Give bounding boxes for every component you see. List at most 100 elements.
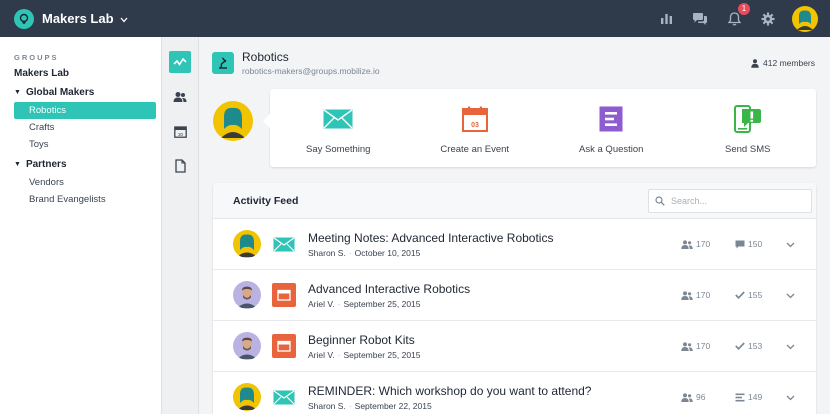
- members-icon[interactable]: [169, 86, 191, 108]
- ask-question-button[interactable]: Ask a Question: [543, 89, 680, 167]
- create-event-button[interactable]: 03 Create an Event: [407, 89, 544, 167]
- analytics-icon[interactable]: [656, 9, 676, 29]
- people-icon: [681, 392, 693, 402]
- feed-search: [648, 189, 812, 213]
- chevron-down-icon[interactable]: [786, 388, 795, 406]
- event-calendar-icon: [272, 283, 296, 307]
- activity-feed-header: Activity Feed: [213, 183, 816, 219]
- workspace-switcher[interactable]: Makers Lab: [14, 8, 128, 29]
- invitees-stat: 170: [681, 341, 710, 351]
- group-item-toys[interactable]: Toys: [14, 136, 161, 153]
- people-icon: [681, 239, 693, 249]
- feed-row-date: October 10, 2015: [354, 247, 421, 258]
- feed-row[interactable]: Beginner Robot Kits Ariel V. · September 2…: [213, 321, 816, 372]
- say-something-button[interactable]: Say Something: [270, 89, 407, 167]
- groups-sidebar: GROUPS Makers Lab ▼ Global Makers Roboti…: [0, 37, 162, 414]
- group-item-robotics[interactable]: Robotics: [14, 102, 156, 119]
- activity-feed-title: Activity Feed: [233, 194, 299, 207]
- members-count-label: 412 members: [763, 58, 815, 68]
- group-item-crafts[interactable]: Crafts: [14, 119, 161, 136]
- activity-pulse-icon[interactable]: [169, 51, 191, 73]
- post-composer: Say Something 03 Create an Event Ask a Q…: [263, 89, 817, 167]
- groups-heading: GROUPS: [14, 53, 59, 62]
- feed-row-title: Beginner Robot Kits: [308, 332, 415, 347]
- chat-icon[interactable]: [690, 9, 710, 29]
- group-section-global-makers[interactable]: ▼ Global Makers: [14, 87, 161, 98]
- feed-row-author: Sharon S.: [308, 247, 346, 258]
- calendar-icon: 03: [460, 106, 490, 132]
- rsvp-stat: 155: [735, 290, 762, 300]
- document-icon[interactable]: [169, 155, 191, 177]
- group-section-label: Partners: [25, 159, 67, 170]
- chevron-down-icon[interactable]: [786, 235, 795, 253]
- viewers-stat: 96: [681, 392, 705, 402]
- rsvp-stat: 153: [735, 341, 762, 351]
- action-label: Send SMS: [725, 144, 771, 155]
- feed-search-input[interactable]: [671, 196, 801, 206]
- chevron-down-icon: [120, 10, 128, 28]
- group-nav-rail: 30: [162, 37, 199, 414]
- people-icon: [681, 341, 693, 351]
- search-icon: [655, 196, 665, 206]
- feed-row-author: Sharon S.: [308, 400, 346, 411]
- svg-text:30: 30: [177, 131, 183, 136]
- group-section-partners[interactable]: ▼ Partners: [14, 159, 161, 170]
- author-avatar: [233, 332, 261, 360]
- calendar-day: 03: [471, 122, 479, 129]
- composer-user-avatar: [213, 101, 253, 141]
- top-bar: Makers Lab 1: [0, 0, 830, 37]
- question-form-icon: [596, 106, 626, 132]
- action-label: Create an Event: [440, 144, 510, 155]
- group-root-makers-lab[interactable]: Makers Lab: [14, 68, 161, 79]
- group-header: Robotics robotics-makers@groups.mobilize…: [212, 50, 380, 76]
- action-label: Ask a Question: [579, 144, 644, 155]
- feed-row-author: Ariel V.: [308, 349, 335, 360]
- feed-row-author: Ariel V.: [308, 298, 335, 309]
- group-item-vendors[interactable]: Vendors: [14, 174, 161, 191]
- phone-alert-icon: [733, 105, 763, 133]
- feed-row-date: September 25, 2015: [343, 349, 421, 360]
- invitees-stat: 170: [681, 290, 710, 300]
- feed-row[interactable]: Meeting Notes: Advanced Interactive Robo…: [213, 219, 816, 270]
- author-avatar: [233, 383, 261, 411]
- action-label: Say Something: [306, 144, 371, 155]
- chevron-down-icon[interactable]: [786, 286, 795, 304]
- envelope-icon: [323, 106, 353, 132]
- caret-down-icon: ▼: [14, 161, 21, 168]
- event-calendar-icon: [272, 334, 296, 358]
- main-content: Robotics robotics-makers@groups.mobilize…: [199, 37, 830, 414]
- workspace-name: Makers Lab: [42, 11, 114, 26]
- chevron-down-icon[interactable]: [786, 337, 795, 355]
- notifications-bell-icon[interactable]: 1: [724, 2, 750, 29]
- feed-row-title: REMINDER: Which workshop do you want to …: [308, 383, 592, 398]
- robot-arm-icon: [212, 52, 234, 74]
- group-title: Robotics: [242, 50, 289, 64]
- feed-row-title: Meeting Notes: Advanced Interactive Robo…: [308, 230, 554, 245]
- user-avatar[interactable]: [792, 5, 818, 32]
- viewers-stat: 170: [681, 239, 710, 249]
- group-section-label: Global Makers: [25, 87, 95, 98]
- caret-down-icon: ▼: [14, 89, 21, 96]
- feed-row-date: September 25, 2015: [343, 298, 421, 309]
- list-icon: [735, 393, 745, 401]
- send-sms-button[interactable]: Send SMS: [680, 89, 817, 167]
- envelope-icon: [272, 385, 296, 409]
- responses-stat: 149: [735, 392, 762, 402]
- members-count[interactable]: 412 members: [751, 58, 815, 68]
- notification-count-badge: 1: [738, 2, 750, 15]
- feed-row[interactable]: Advanced Interactive Robotics Ariel V. · S…: [213, 270, 816, 321]
- feed-row[interactable]: REMINDER: Which workshop do you want to …: [213, 372, 816, 414]
- group-email: robotics-makers@groups.mobilize.io: [242, 66, 380, 76]
- check-icon: [735, 342, 745, 350]
- comment-icon: [735, 240, 745, 248]
- check-icon: [735, 291, 745, 299]
- author-avatar: [233, 281, 261, 309]
- brand-logo-icon: [14, 8, 34, 29]
- feed-row-title: Advanced Interactive Robotics: [308, 281, 471, 296]
- comments-stat: 150: [735, 239, 762, 249]
- activity-feed: Activity Feed Meeting Notes: Advanced In…: [213, 183, 816, 414]
- envelope-icon: [272, 232, 296, 256]
- settings-gear-icon[interactable]: [758, 9, 778, 29]
- group-item-brand-evangelists[interactable]: Brand Evangelists: [14, 191, 161, 208]
- calendar-icon[interactable]: 30: [169, 120, 191, 142]
